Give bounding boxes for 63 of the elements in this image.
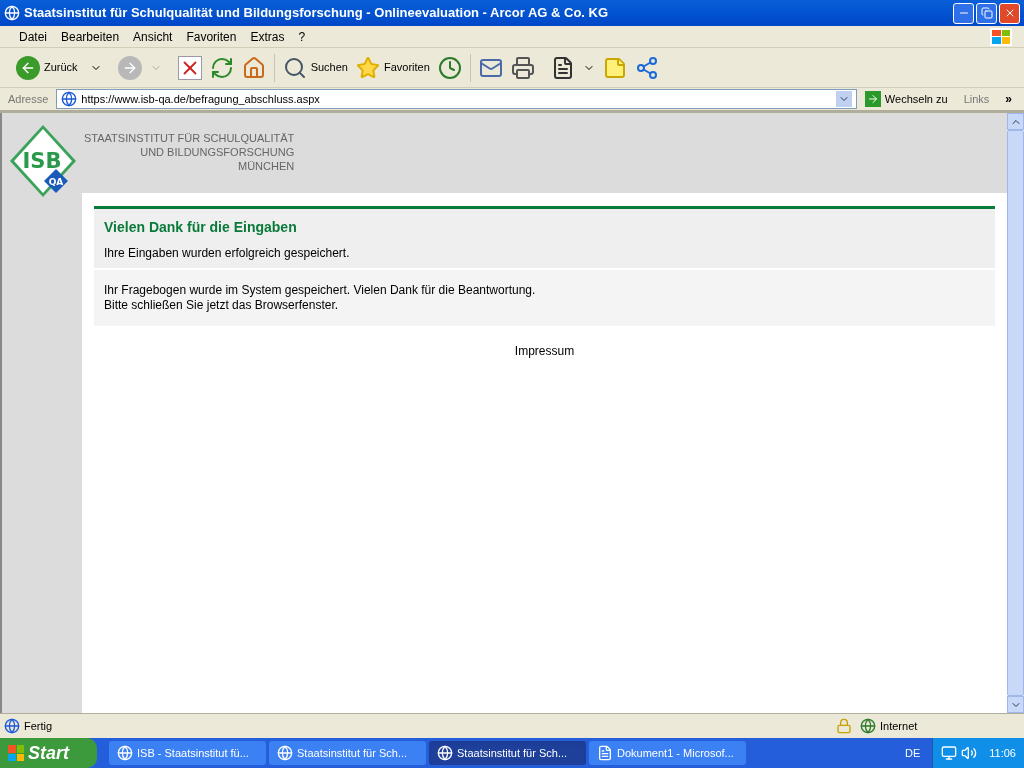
history-icon[interactable] [437,55,462,80]
institute-name-line: STAATSINSTITUT FÜR SCHULQUALITÄT [84,131,295,145]
lock-icon [836,718,852,734]
globe-icon [860,718,876,734]
stop-icon[interactable] [177,55,202,80]
taskbar-button[interactable]: ISB - Staatsinstitut fü... [109,741,266,765]
language-indicator: DE [905,745,921,761]
taskbar-button[interactable]: Staatsinstitut für Sch... [269,741,426,765]
scroll-up-icon[interactable] [1007,113,1024,130]
speaker-icon[interactable] [961,745,978,761]
restore-button[interactable] [976,2,997,24]
star-icon [355,55,380,80]
search-button[interactable]: Suchen [282,55,348,80]
page-icon [4,718,20,734]
menu-item[interactable]: Favoriten [179,27,244,46]
scroll-down-icon[interactable] [1007,696,1024,713]
refresh-icon[interactable] [209,55,234,80]
menu-item[interactable]: Extras [243,27,292,46]
taskbar-button[interactable]: Dokument1 - Microsof... [589,741,746,765]
restore-icon [980,7,993,19]
globe-icon [117,745,133,761]
start-button[interactable]: Start [0,738,97,768]
address-field[interactable]: https://www.isb-qa.de/befragung_abschluss.aspx [56,89,857,109]
menu-item[interactable]: Ansicht [126,27,180,46]
go-button[interactable]: Wechseln zu [860,90,952,108]
message-text: Ihr Fragebogen wurde im System gespeichert. Vielen Dank für die Beantwortung. [104,283,537,298]
institute-name-line: MÜNCHEN [238,159,295,173]
close-button[interactable] [999,2,1020,24]
dropdown-icon[interactable] [835,91,852,107]
minimize-button[interactable] [953,2,974,24]
network-icon[interactable] [634,55,659,80]
zone-text: Internet [880,718,919,734]
confirmation-subtext: Ihre Eingaben wurden erfolgreich gespeichert. [104,245,351,262]
url-text: https://www.isb-qa.de/befragung_abschluss.aspx [81,91,321,107]
note-icon[interactable] [602,55,627,80]
status-text: Fertig [24,718,54,734]
isb-logo: ISB QA [8,123,78,199]
search-icon [282,55,307,80]
clock-text: 11:06 [989,745,1016,761]
window-title: Staatsinstitut für Schulqualität und Bildungsforschung - Onlineevaluation - Arcor AG & Co. KG [24,4,610,23]
globe-icon [277,745,293,761]
back-button[interactable]: Zurück [16,55,82,80]
home-icon[interactable] [241,55,266,80]
taskbar-button[interactable]: Staatsinstitut für Sch... [429,741,586,765]
windows-logo-icon [990,27,1012,46]
browser-icon [4,5,20,21]
confirmation-heading: Vielen Dank für die Eingaben [104,218,298,237]
page-icon [61,91,78,107]
menu-item[interactable]: ? [291,27,313,46]
monitor-icon[interactable] [941,745,958,761]
globe-icon [437,745,453,761]
menu-item[interactable]: Datei [12,27,54,46]
institute-name-line: UND BILDUNGSFORSCHUNG [140,145,295,159]
message-text: Bitte schließen Sie jetzt das Browserfenster. [104,298,340,313]
document-icon [597,745,613,761]
menu-item[interactable]: Bearbeiten [54,27,127,46]
favorites-button[interactable]: Favoriten [355,55,430,80]
windows-logo-icon [8,745,24,761]
impressum-link[interactable]: Impressum [514,342,575,360]
more-button[interactable]: » [1001,90,1016,108]
print-icon[interactable] [510,55,535,80]
address-label: Adresse [8,91,49,107]
links-button[interactable]: Links [955,90,998,108]
